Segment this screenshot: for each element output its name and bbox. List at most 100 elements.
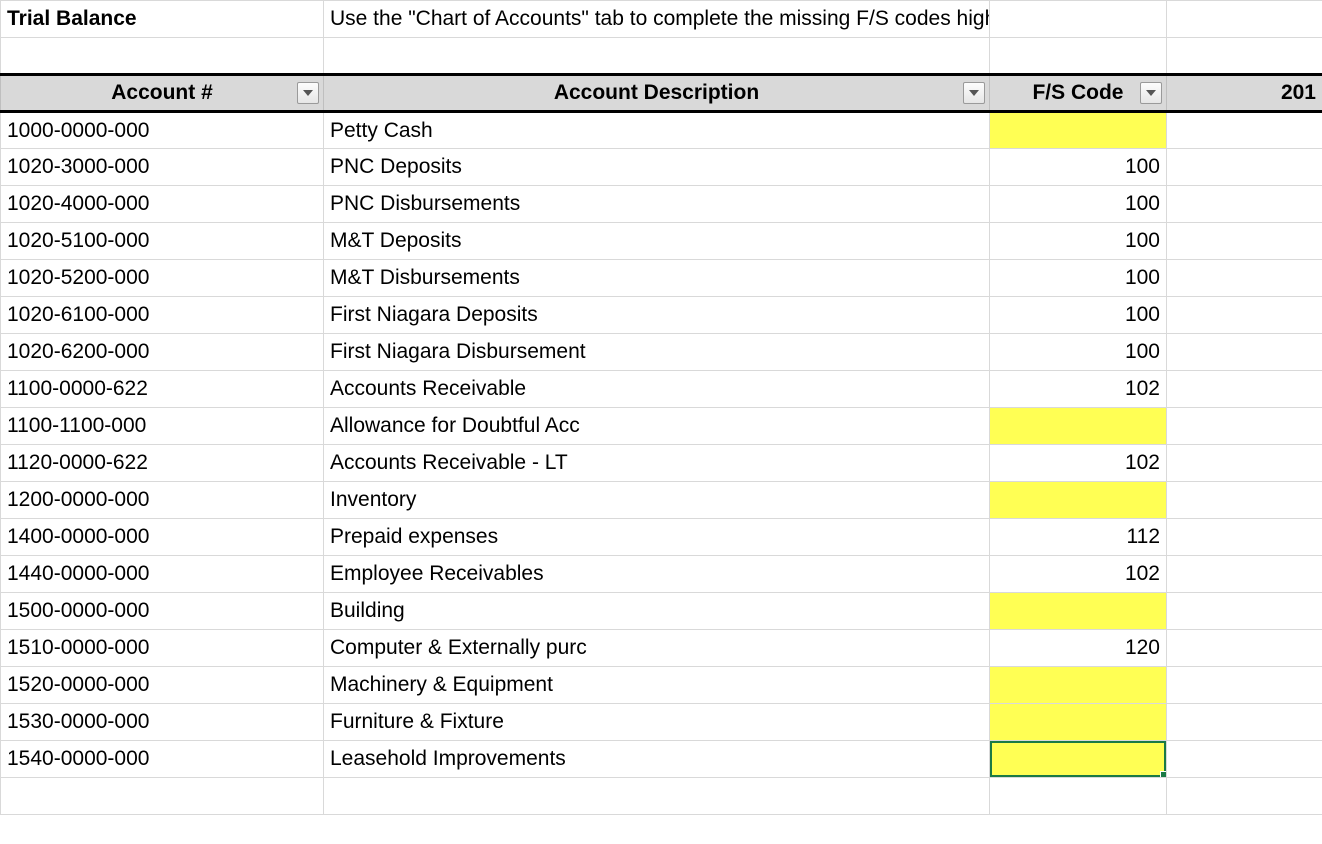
account-number-cell[interactable]: 1120-0000-622 (1, 445, 324, 482)
account-number-cell[interactable]: 1500-0000-000 (1, 593, 324, 630)
account-description-cell[interactable]: Petty Cash (324, 112, 990, 149)
account-description-cell[interactable]: Accounts Receivable (324, 371, 990, 408)
account-number-cell[interactable]: 1200-0000-000 (1, 482, 324, 519)
account-description-cell[interactable]: Furniture & Fixture (324, 704, 990, 741)
account-number-cell[interactable]: 1100-0000-622 (1, 371, 324, 408)
empty-cell (1, 38, 324, 75)
year-cell[interactable] (1167, 667, 1322, 704)
account-number-cell[interactable]: 1530-0000-000 (1, 704, 324, 741)
year-cell[interactable] (1167, 334, 1322, 371)
table-row: 1540-0000-000Leasehold Improvements (1, 741, 1322, 778)
account-number-cell[interactable]: 1020-3000-000 (1, 149, 324, 186)
instruction-text: Use the "Chart of Accounts" tab to compl… (330, 7, 990, 31)
fs-code-cell[interactable] (990, 741, 1167, 778)
fs-code-cell[interactable]: 100 (990, 149, 1167, 186)
table-row: 1100-0000-622Accounts Receivable102 (1, 371, 1322, 408)
fs-code-cell[interactable] (990, 408, 1167, 445)
table-row: 1000-0000-000Petty Cash (1, 112, 1322, 149)
year-cell[interactable] (1167, 223, 1322, 260)
header-label: Account # (111, 81, 213, 104)
account-description-cell[interactable]: M&T Deposits (324, 223, 990, 260)
fs-code-cell[interactable] (990, 593, 1167, 630)
fs-code-cell[interactable] (990, 482, 1167, 519)
account-number-cell[interactable]: 1020-4000-000 (1, 186, 324, 223)
account-number-cell[interactable]: 1400-0000-000 (1, 519, 324, 556)
year-cell[interactable] (1167, 408, 1322, 445)
column-header-account-description[interactable]: Account Description (324, 75, 990, 112)
table-row: 1440-0000-000Employee Receivables102 (1, 556, 1322, 593)
table-row: 1510-0000-000Computer & Externally purc1… (1, 630, 1322, 667)
fs-code-cell[interactable]: 100 (990, 334, 1167, 371)
table-row: 1530-0000-000Furniture & Fixture (1, 704, 1322, 741)
fs-code-cell[interactable]: 100 (990, 260, 1167, 297)
fs-code-cell[interactable]: 112 (990, 519, 1167, 556)
account-description-cell[interactable]: Computer & Externally purc (324, 630, 990, 667)
account-number-cell[interactable]: 1540-0000-000 (1, 741, 324, 778)
year-cell[interactable] (1167, 630, 1322, 667)
filter-dropdown-button[interactable] (963, 82, 985, 104)
year-cell[interactable] (1167, 149, 1322, 186)
account-number-cell[interactable]: 1020-5100-000 (1, 223, 324, 260)
fs-code-cell[interactable]: 120 (990, 630, 1167, 667)
fs-code-cell[interactable]: 102 (990, 556, 1167, 593)
account-number-cell[interactable]: 1520-0000-000 (1, 667, 324, 704)
account-description-cell[interactable]: Machinery & Equipment (324, 667, 990, 704)
trial-balance-table: Trial Balance Use the "Chart of Accounts… (0, 0, 1322, 815)
account-description-cell[interactable]: M&T Disbursements (324, 260, 990, 297)
filter-dropdown-button[interactable] (297, 82, 319, 104)
table-row: 1200-0000-000Inventory (1, 482, 1322, 519)
fs-code-cell[interactable]: 100 (990, 223, 1167, 260)
account-description-cell[interactable]: PNC Deposits (324, 149, 990, 186)
empty-cell (324, 778, 990, 815)
fill-handle[interactable] (1160, 771, 1167, 778)
year-cell[interactable] (1167, 519, 1322, 556)
column-header-account-number[interactable]: Account # (1, 75, 324, 112)
account-description-cell[interactable]: PNC Disbursements (324, 186, 990, 223)
column-header-year[interactable]: 201 (1167, 75, 1322, 112)
year-cell[interactable] (1167, 445, 1322, 482)
account-number-cell[interactable]: 1100-1100-000 (1, 408, 324, 445)
empty-cell (1167, 778, 1322, 815)
account-number-cell[interactable]: 1020-6200-000 (1, 334, 324, 371)
year-cell[interactable] (1167, 186, 1322, 223)
fs-code-cell[interactable]: 102 (990, 445, 1167, 482)
account-description-cell[interactable]: Allowance for Doubtful Acc (324, 408, 990, 445)
column-header-fs-code[interactable]: F/S Code (990, 75, 1167, 112)
account-number-cell[interactable]: 1440-0000-000 (1, 556, 324, 593)
year-cell[interactable] (1167, 704, 1322, 741)
fs-code-cell[interactable] (990, 112, 1167, 149)
year-cell[interactable] (1167, 371, 1322, 408)
account-description-cell[interactable]: Inventory (324, 482, 990, 519)
empty-cell (1167, 1, 1322, 38)
table-row: 1020-6200-000First Niagara Disbursement1… (1, 334, 1322, 371)
account-number-cell[interactable]: 1020-5200-000 (1, 260, 324, 297)
chevron-down-icon (969, 90, 979, 96)
header-label: Account Description (554, 81, 759, 104)
account-description-cell[interactable]: Prepaid expenses (324, 519, 990, 556)
year-cell[interactable] (1167, 741, 1322, 778)
year-cell[interactable] (1167, 297, 1322, 334)
chevron-down-icon (1146, 90, 1156, 96)
account-description-cell[interactable]: Leasehold Improvements (324, 741, 990, 778)
year-cell[interactable] (1167, 260, 1322, 297)
account-description-cell[interactable]: Employee Receivables (324, 556, 990, 593)
year-cell[interactable] (1167, 593, 1322, 630)
account-description-cell[interactable]: First Niagara Deposits (324, 297, 990, 334)
account-description-cell[interactable]: Accounts Receivable - LT (324, 445, 990, 482)
account-number-cell[interactable]: 1020-6100-000 (1, 297, 324, 334)
account-number-cell[interactable]: 1510-0000-000 (1, 630, 324, 667)
fs-code-cell[interactable]: 102 (990, 371, 1167, 408)
fs-code-cell[interactable] (990, 667, 1167, 704)
year-cell[interactable] (1167, 482, 1322, 519)
year-cell[interactable] (1167, 112, 1322, 149)
fs-code-cell[interactable] (990, 704, 1167, 741)
fs-code-cell[interactable]: 100 (990, 297, 1167, 334)
instruction-cell: Use the "Chart of Accounts" tab to compl… (324, 1, 990, 38)
account-description-cell[interactable]: Building (324, 593, 990, 630)
account-description-cell[interactable]: First Niagara Disbursement (324, 334, 990, 371)
filter-dropdown-button[interactable] (1140, 82, 1162, 104)
year-cell[interactable] (1167, 556, 1322, 593)
fs-code-cell[interactable]: 100 (990, 186, 1167, 223)
table-row: 1020-3000-000PNC Deposits100 (1, 149, 1322, 186)
account-number-cell[interactable]: 1000-0000-000 (1, 112, 324, 149)
